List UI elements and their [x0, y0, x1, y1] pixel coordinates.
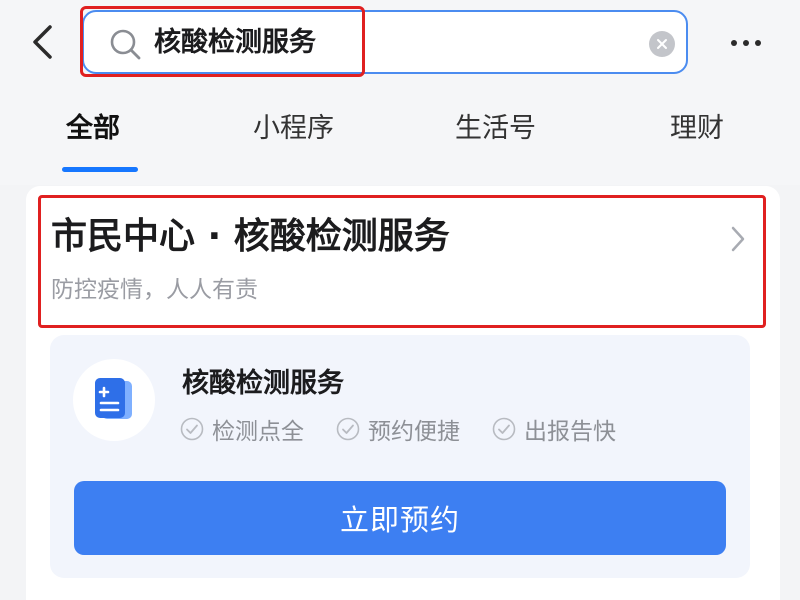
feature-label: 预约便捷: [368, 419, 460, 445]
close-icon: [657, 39, 667, 49]
medical-document-icon: [95, 378, 132, 419]
clear-search-button[interactable]: [649, 31, 675, 57]
result-subtitle: 防控疫情，人人有责: [51, 277, 258, 303]
more-button[interactable]: [722, 28, 770, 58]
more-dots-icon: [731, 40, 737, 46]
feature-item: 检测点全: [180, 412, 304, 446]
search-input[interactable]: 核酸检测服务: [82, 10, 688, 74]
tab-all[interactable]: 全部: [66, 109, 120, 149]
tab-life-accounts[interactable]: 生活号: [455, 109, 536, 149]
feature-item: 出报告快: [492, 412, 616, 446]
check-circle-icon: [492, 417, 516, 441]
check-circle-icon: [336, 417, 360, 441]
result-title[interactable]: 市民中心 · 核酸检测服务: [51, 212, 450, 262]
chevron-left-icon: [33, 25, 52, 59]
service-name: 核酸检测服务: [182, 368, 344, 399]
feature-item: 预约便捷: [336, 412, 460, 446]
feature-label: 检测点全: [212, 419, 304, 445]
chevron-right-icon[interactable]: [728, 224, 748, 254]
book-now-button[interactable]: 立即预约: [74, 481, 726, 555]
check-circle-icon: [180, 417, 204, 441]
tab-wealth[interactable]: 理财: [670, 109, 724, 149]
search-icon: [110, 29, 141, 60]
back-button[interactable]: [22, 22, 62, 62]
tab-bar: 全部 小程序 生活号 理财: [0, 105, 800, 175]
active-tab-indicator: [62, 167, 138, 172]
feature-label: 出报告快: [524, 419, 616, 445]
search-query: 核酸检测服务: [154, 27, 316, 58]
tab-mini-programs[interactable]: 小程序: [253, 109, 334, 149]
service-avatar: [73, 359, 155, 441]
